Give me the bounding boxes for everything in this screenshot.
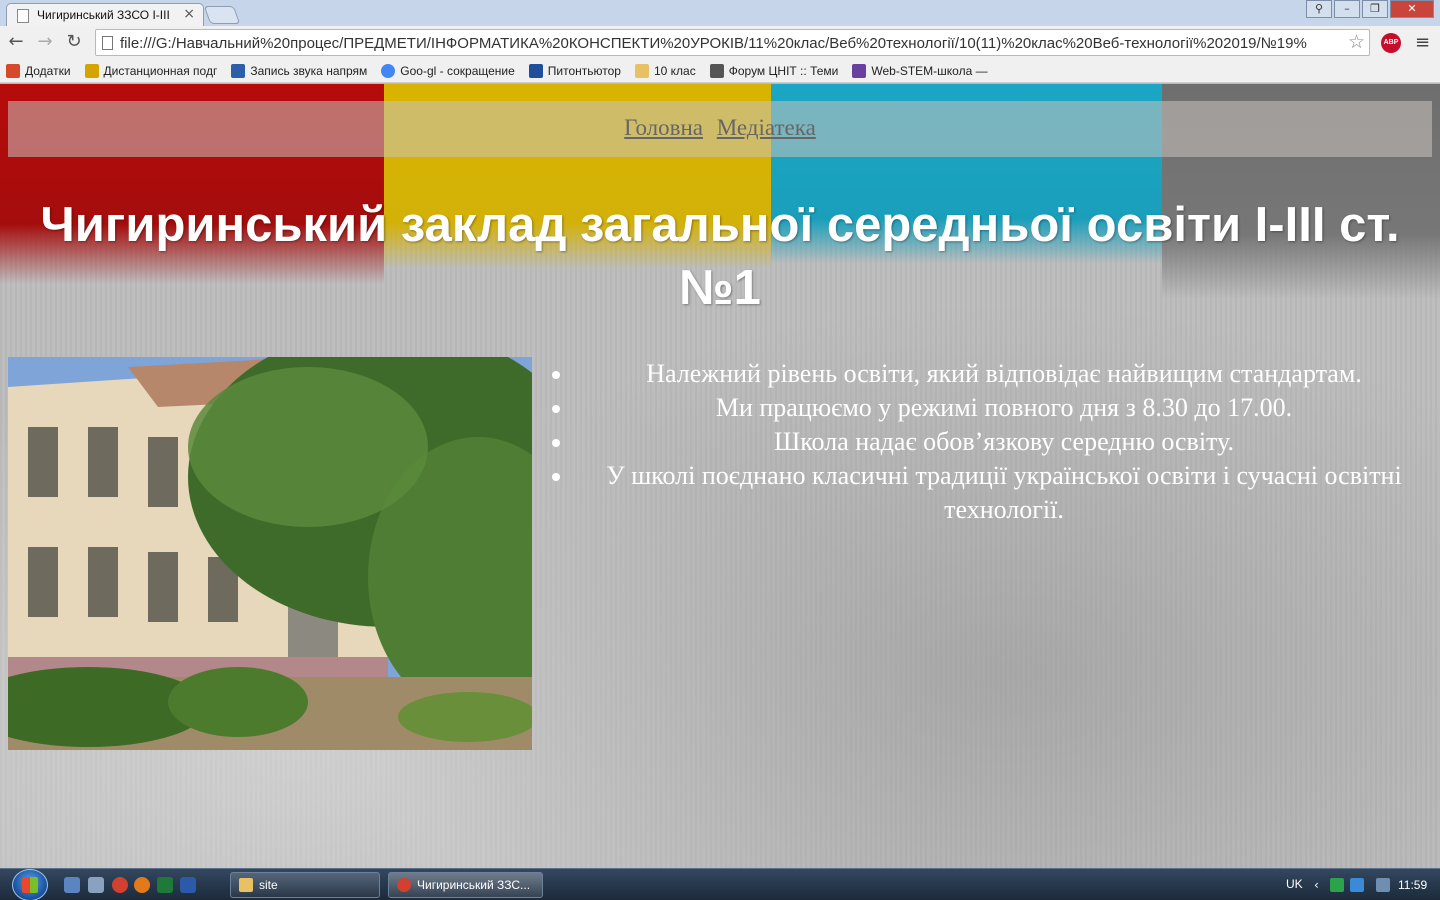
maximize-button[interactable]: ❐ — [1362, 0, 1388, 18]
site-navbar: Головна Медіатека — [8, 101, 1432, 157]
back-arrow-icon[interactable]: ← — [4, 30, 28, 54]
bookmark-item[interactable]: Запись звука напрям — [231, 63, 367, 78]
language-indicator[interactable]: UK — [1286, 877, 1303, 891]
list-item: У школі поєднано класичні традиції украї… — [574, 459, 1434, 527]
page-title: Чигиринський заклад загальної середньої … — [40, 198, 1400, 315]
school-building-image — [8, 357, 532, 750]
taskbar-item-chrome[interactable]: Чигиринський ЗЗС... — [388, 872, 543, 898]
school-photo — [8, 357, 532, 750]
apps-grid-icon — [6, 63, 20, 78]
network-icon[interactable] — [1376, 878, 1390, 892]
address-bar[interactable]: file:///G:/Навчальний%20процес/ПРЕДМЕТИ/… — [95, 29, 1370, 56]
tray-app-icon[interactable] — [1350, 878, 1364, 892]
bookmark-star-icon[interactable]: ☆ — [1348, 31, 1365, 53]
bookmark-item[interactable]: Goo-gl - сокращение — [381, 63, 515, 78]
list-item: Належний рівень освіти, який відповідає … — [574, 357, 1434, 391]
page-viewport: Головна Медіатека Чигиринський заклад за… — [0, 84, 1440, 868]
taskbar: site Чигиринський ЗЗС... UK ‹ 11:59 — [0, 868, 1440, 900]
firefox-icon[interactable] — [134, 877, 150, 893]
taskbar-item-site[interactable]: site — [230, 872, 380, 898]
site-favicon-icon — [84, 63, 99, 78]
features-list: Належний рівень освіти, який відповідає … — [574, 357, 1434, 527]
folder-icon — [634, 63, 649, 78]
chrome-icon — [397, 878, 411, 892]
excel-icon[interactable] — [157, 877, 173, 893]
folder-icon — [239, 878, 253, 892]
site-favicon-icon — [852, 63, 867, 78]
new-tab-button[interactable] — [203, 6, 241, 24]
close-tab-icon[interactable]: × — [183, 6, 195, 22]
list-item: Ми працюємо у режимі повного дня з 8.30 … — [574, 391, 1434, 425]
bookmark-item[interactable]: Питонтьютор — [528, 63, 621, 78]
show-desktop-icon[interactable] — [64, 877, 80, 893]
tray-expand-icon[interactable]: ‹ — [1314, 878, 1328, 892]
page-favicon-icon — [17, 9, 29, 23]
clock[interactable]: 11:59 — [1398, 878, 1427, 892]
word-icon[interactable] — [180, 877, 196, 893]
windows-logo-icon — [22, 877, 38, 893]
forward-arrow-icon[interactable]: → — [33, 30, 57, 54]
reload-icon[interactable]: ↻ — [62, 30, 86, 54]
bookmarks-bar: Додатки Дистанционная подг Запись звука … — [0, 59, 1440, 83]
close-window-button[interactable]: ✕ — [1390, 0, 1434, 18]
window-controls: ⚲ – ❐ ✕ — [1304, 0, 1434, 20]
bookmark-item[interactable]: Дистанционная подг — [84, 63, 217, 78]
start-button[interactable] — [12, 869, 48, 900]
nav-link-home[interactable]: Головна — [624, 115, 703, 140]
chrome-icon[interactable] — [112, 877, 128, 893]
browser-tab[interactable]: Чигиринський ЗЗСО І-ІІІ × — [6, 3, 204, 26]
bookmark-item[interactable]: 10 клас — [634, 63, 696, 78]
menu-icon[interactable]: ≡ — [1415, 32, 1430, 53]
page-icon — [102, 36, 113, 50]
bookmark-item[interactable]: Форум ЦНІТ :: Теми — [709, 63, 838, 78]
browser-tabstrip: Чигиринський ЗЗСО І-ІІІ × ⚲ – ❐ ✕ — [0, 0, 1440, 26]
user-icon[interactable]: ⚲ — [1306, 0, 1332, 18]
list-item: Школа надає обов’язкову середню освіту. — [574, 425, 1434, 459]
site-favicon-icon — [231, 63, 246, 78]
bookmark-item[interactable]: Web-STEM-школа — — [852, 63, 988, 78]
tab-title: Чигиринський ЗЗСО І-ІІІ — [37, 8, 170, 22]
nav-link-media[interactable]: Медіатека — [717, 115, 816, 140]
google-icon — [381, 63, 396, 78]
bookmark-item[interactable]: Додатки — [6, 63, 71, 78]
site-favicon-icon — [528, 63, 543, 78]
adblock-plus-icon[interactable]: ABP — [1381, 33, 1401, 53]
media-play-icon[interactable] — [1330, 878, 1344, 892]
url-text: file:///G:/Навчальний%20процес/ПРЕДМЕТИ/… — [120, 35, 1307, 52]
site-favicon-icon — [709, 63, 724, 78]
browser-toolbar: ← → ↻ file:///G:/Навчальний%20процес/ПРЕ… — [0, 26, 1440, 59]
minimize-button[interactable]: – — [1334, 0, 1360, 18]
explorer-icon[interactable] — [88, 877, 104, 893]
